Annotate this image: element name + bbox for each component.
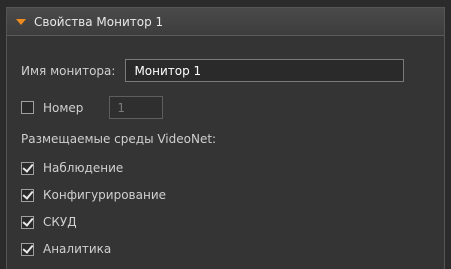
environment-analytics-checkbox[interactable]: [21, 242, 34, 256]
number-checkbox[interactable]: [21, 101, 34, 114]
collapse-arrow-icon[interactable]: [16, 18, 26, 25]
number-label: Номер: [43, 100, 84, 115]
panel-header[interactable]: Свойства Монитор 1: [7, 8, 444, 36]
monitor-name-row: Имя монитора:: [21, 59, 405, 82]
environment-configuration-label: Конфигурирование: [43, 188, 166, 202]
environment-access-control-label: СКУД: [43, 215, 77, 229]
panel-content: Имя монитора: Номер Размещаемые среды Vi…: [7, 36, 444, 269]
monitor-name-input[interactable]: [125, 59, 405, 82]
environment-access-control-row[interactable]: СКУД: [21, 215, 77, 229]
environment-observation-row[interactable]: Наблюдение: [21, 161, 123, 175]
environment-configuration-checkbox[interactable]: [21, 188, 34, 202]
number-input[interactable]: [109, 96, 164, 119]
environment-configuration-row[interactable]: Конфигурирование: [21, 188, 166, 202]
environment-observation-label: Наблюдение: [43, 161, 124, 175]
environments-section-row: Размещаемые среды VideoNet:: [21, 132, 216, 146]
monitor-name-label: Имя монитора:: [21, 63, 116, 78]
number-row: Номер: [21, 96, 164, 119]
environments-label: Размещаемые среды VideoNet:: [21, 132, 217, 146]
environment-observation-checkbox[interactable]: [21, 161, 34, 175]
environment-access-control-checkbox[interactable]: [21, 215, 34, 229]
panel-title: Свойства Монитор 1: [34, 14, 164, 29]
monitor-properties-panel: Свойства Монитор 1 Имя монитора: Номер Р…: [6, 7, 445, 269]
environment-analytics-row[interactable]: Аналитика: [21, 242, 111, 256]
environment-analytics-label: Аналитика: [43, 242, 112, 256]
